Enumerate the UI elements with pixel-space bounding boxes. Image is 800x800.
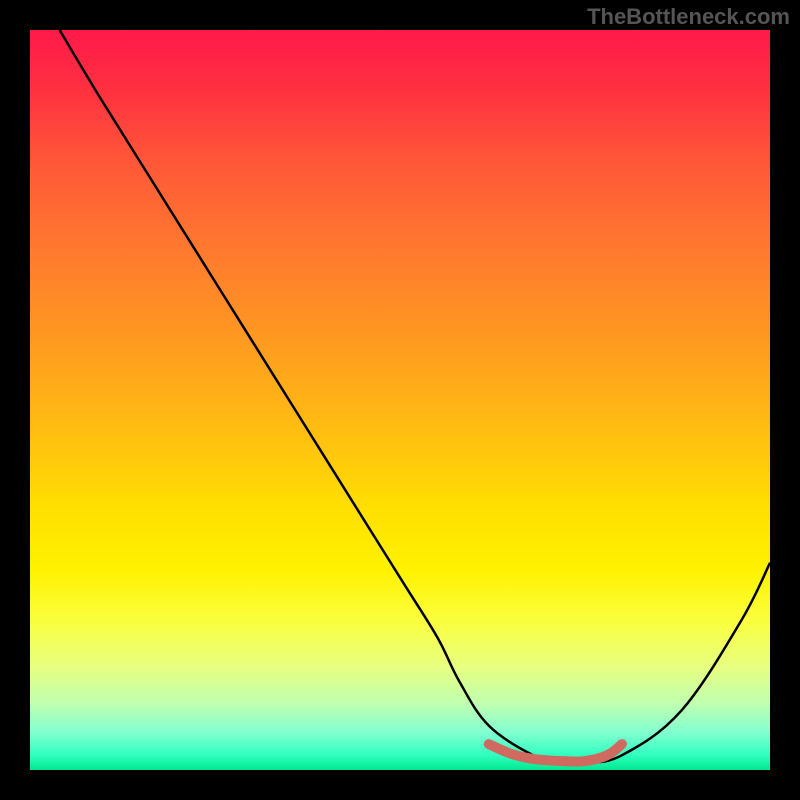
plot-area <box>30 30 770 770</box>
main-curve-path <box>60 30 770 764</box>
watermark-text: TheBottleneck.com <box>587 4 790 30</box>
curve-layer <box>30 30 770 770</box>
highlight-segment-path <box>489 744 622 762</box>
